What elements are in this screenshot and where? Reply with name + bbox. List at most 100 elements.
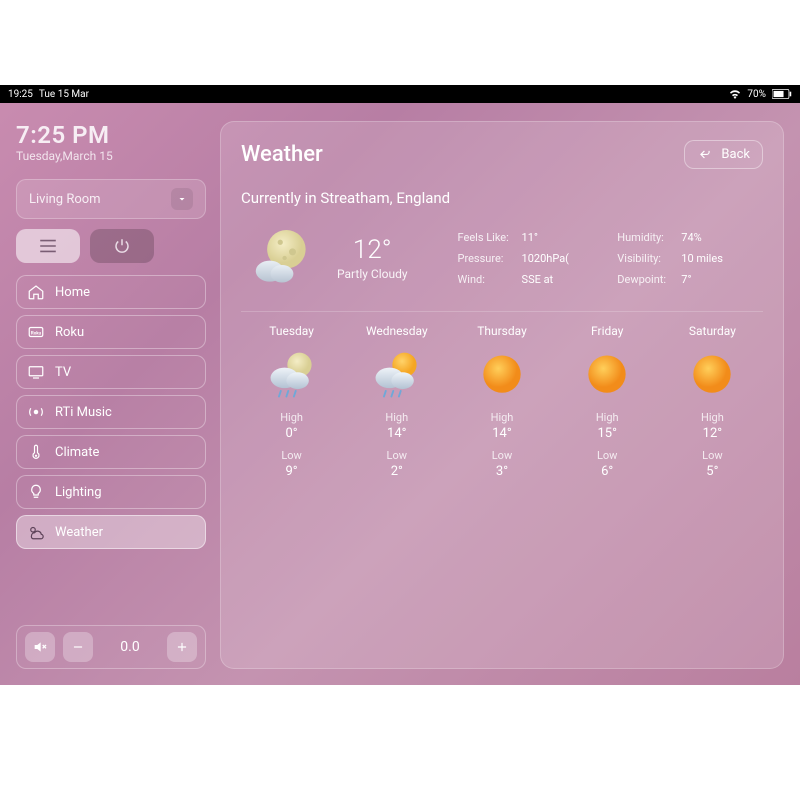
stat-value: 7° (681, 273, 691, 286)
back-label: Back (721, 147, 750, 162)
high-label: High (596, 411, 619, 424)
plus-icon (175, 640, 189, 654)
low-value: 2° (385, 463, 408, 481)
forecast-day: Friday High15° Low6° (557, 324, 658, 481)
nav-item-climate[interactable]: Climate (16, 435, 206, 469)
current-condition: Partly Cloudy (337, 267, 408, 281)
forecast-day-name: Saturday (689, 324, 736, 338)
nav-item-lighting[interactable]: Lighting (16, 475, 206, 509)
low-value: 6° (596, 463, 619, 481)
weather-icon (27, 523, 45, 541)
stat-value: 74% (681, 231, 701, 244)
mode-toggle-row (16, 229, 206, 263)
status-date: Tue 15 Mar (39, 89, 89, 100)
speaker-mute-icon (32, 639, 48, 655)
back-button[interactable]: Back (684, 140, 763, 169)
status-bar: 19:25 Tue 15 Mar 70% (0, 85, 800, 103)
bulb-icon (27, 483, 45, 501)
current-conditions: 12° Partly Cloudy Feels Like: 11° Humidit… (241, 223, 763, 293)
power-icon (113, 237, 131, 255)
mute-button[interactable] (25, 632, 55, 662)
nav-label: Home (55, 285, 90, 300)
current-temp-block: 12° Partly Cloudy (337, 235, 408, 281)
low-value: 9° (280, 463, 303, 481)
low-value: 5° (701, 463, 724, 481)
tv-icon (27, 363, 45, 381)
forecast-day-name: Tuesday (269, 324, 314, 338)
current-weather-icon (247, 223, 317, 293)
low-label: Low (597, 449, 617, 462)
forecast-icon-sun (579, 348, 635, 404)
forecast-day: Tuesday High0° Low9° (241, 324, 342, 481)
stat-value: SSE at (522, 273, 554, 286)
high-value: 14° (385, 425, 408, 443)
low-label: Low (702, 449, 722, 462)
low-label: Low (281, 449, 301, 462)
forecast-icon-sun (474, 348, 530, 404)
stat-label: Wind: (458, 273, 516, 286)
panel-title: Weather (241, 142, 323, 167)
nav-item-weather[interactable]: Weather (16, 515, 206, 549)
nav-item-roku[interactable]: Roku Roku (16, 315, 206, 349)
volume-value: 0.0 (101, 639, 159, 655)
svg-text:Roku: Roku (31, 330, 42, 336)
stat-label: Pressure: (458, 252, 516, 265)
nav-label: Climate (55, 445, 99, 460)
stat-label: Dewpoint: (617, 273, 675, 286)
stat-value: 11° (522, 231, 538, 244)
forecast-day: Thursday High14° Low3° (451, 324, 552, 481)
room-selector[interactable]: Living Room (16, 179, 206, 219)
battery-icon (772, 89, 792, 99)
stat-label: Humidity: (617, 231, 675, 244)
high-value: 14° (491, 425, 514, 443)
nav-label: Lighting (55, 485, 102, 500)
battery-percent: 70% (747, 89, 766, 100)
roku-icon: Roku (27, 323, 45, 341)
forecast-day-name: Wednesday (366, 324, 428, 338)
high-value: 15° (596, 425, 619, 443)
forecast-day-name: Thursday (477, 324, 527, 338)
high-label: High (491, 411, 514, 424)
home-icon (27, 283, 45, 301)
stat-value: 10 miles (681, 252, 723, 265)
thermometer-icon (27, 443, 45, 461)
nav-list: Home Roku Roku TV RTi Music (16, 275, 206, 549)
forecast-day: Wednesday High14° Low2° (346, 324, 447, 481)
chevron-down-icon (171, 188, 193, 210)
weather-panel: Weather Back Currently in Streatham, Eng… (220, 121, 784, 669)
high-value: 12° (701, 425, 724, 443)
nav-item-rtimusic[interactable]: RTi Music (16, 395, 206, 429)
nav-item-tv[interactable]: TV (16, 355, 206, 389)
forecast-day: Saturday High12° Low5° (662, 324, 763, 481)
volume-up-button[interactable] (167, 632, 197, 662)
high-label: High (701, 411, 724, 424)
location-text: Currently in Streatham, England (241, 189, 763, 207)
low-value: 3° (491, 463, 514, 481)
current-temp: 12° (337, 235, 408, 265)
forecast-icon-night-rain (264, 348, 320, 404)
volume-down-button[interactable] (63, 632, 93, 662)
low-label: Low (387, 449, 407, 462)
wifi-icon (729, 89, 741, 99)
back-icon (697, 148, 713, 162)
clock: 7:25 PM Tuesday,March 15 (16, 121, 206, 163)
stat-label: Feels Like: (458, 231, 516, 244)
forecast-day-name: Friday (591, 324, 623, 338)
nav-label: Weather (55, 525, 103, 540)
room-label: Living Room (29, 192, 101, 207)
menu-toggle-button[interactable] (16, 229, 80, 263)
high-label: High (280, 411, 303, 424)
music-icon (27, 403, 45, 421)
nav-label: TV (55, 365, 71, 380)
stat-label: Visibility: (617, 252, 675, 265)
high-value: 0° (280, 425, 303, 443)
low-label: Low (492, 449, 512, 462)
forecast-icon-sun (684, 348, 740, 404)
status-time: 19:25 (8, 89, 33, 100)
nav-item-home[interactable]: Home (16, 275, 206, 309)
high-label: High (385, 411, 408, 424)
forecast-icon-sun-rain (369, 348, 425, 404)
power-toggle-button[interactable] (90, 229, 154, 263)
clock-time: 7:25 PM (16, 121, 206, 149)
current-stats: Feels Like:11° Humidity:74% Pressure:102… (428, 231, 757, 286)
